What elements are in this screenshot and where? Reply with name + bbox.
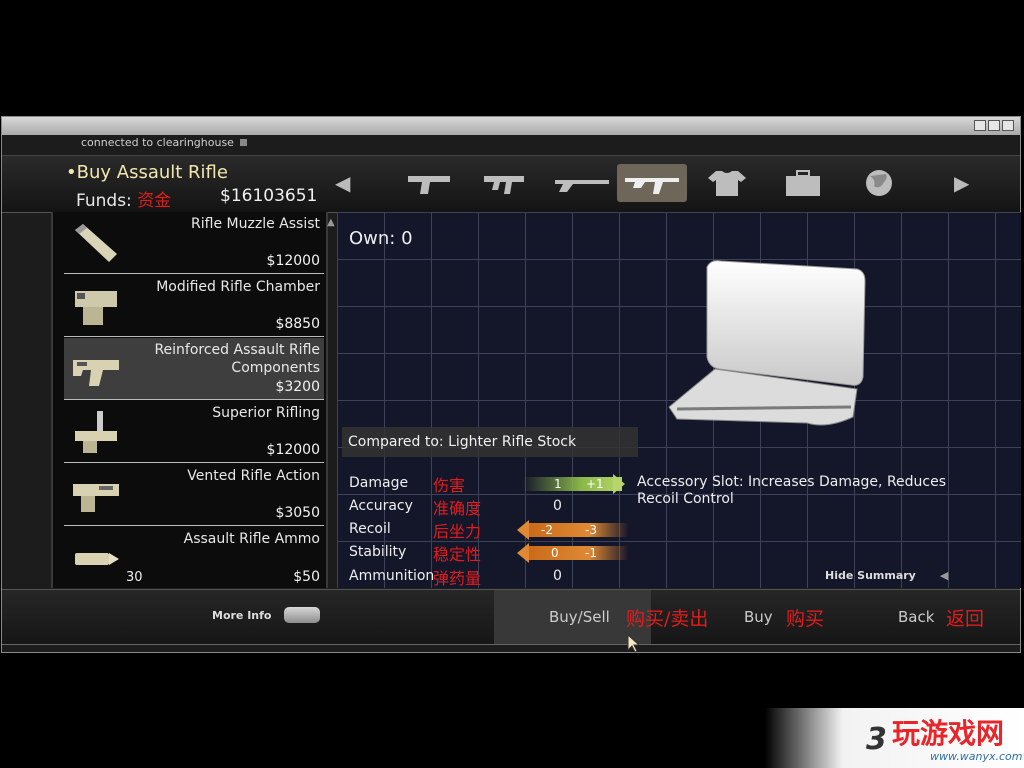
globe-icon: [866, 170, 892, 196]
minimize-icon[interactable]: [974, 120, 986, 131]
item-description: Accessory Slot: Increases Damage, Reduce…: [637, 474, 947, 507]
category-items[interactable]: [768, 164, 838, 202]
list-item[interactable]: Vented Rifle Action $3050: [64, 464, 324, 526]
action-icon: [73, 484, 119, 512]
bottom-bar: More Info Buy/Sell 购买/卖出 Buy 购买 Back 返回: [2, 589, 1020, 645]
category-assault-rifle[interactable]: [617, 164, 687, 202]
buy-sell-button[interactable]: Buy/Sell: [549, 608, 610, 626]
item-list: Rifle Muzzle Assist $12000 Modified Rifl…: [51, 212, 328, 588]
category-world[interactable]: [844, 164, 914, 202]
damage-arrow-icon: [613, 474, 625, 494]
collapse-arrow-icon: ◀: [939, 569, 949, 582]
close-icon[interactable]: [1002, 120, 1014, 131]
list-item[interactable]: Rifle Muzzle Assist $12000: [64, 212, 324, 274]
watermark-logo: 玩游戏网: [892, 717, 1005, 750]
category-shotgun[interactable]: [547, 164, 617, 202]
page-title: •Buy Assault Rifle: [66, 162, 228, 183]
game-window: connected to clearinghouse •Buy Assault …: [1, 116, 1021, 653]
list-item[interactable]: Modified Rifle Chamber $8850: [64, 275, 324, 337]
smg-icon: [484, 176, 524, 194]
rifling-icon: [75, 411, 117, 453]
recoil-arrow-icon: [517, 520, 529, 540]
list-item[interactable]: Superior Rifling $12000: [64, 401, 324, 463]
accuracy-value: 0: [553, 498, 562, 514]
buy-cn-label: 购买: [786, 608, 825, 630]
stat-damage: Damage 伤害: [349, 475, 466, 495]
stat-stability: Stability 稳定性: [349, 544, 482, 564]
briefcase-icon: [786, 170, 820, 196]
shotgun-icon: [555, 180, 609, 192]
watermark-number: 3: [866, 722, 887, 757]
muzzle-icon: [75, 224, 117, 262]
category-clothing[interactable]: [692, 164, 762, 202]
components-icon: [73, 360, 119, 386]
stability-bar: 0 -1: [529, 546, 629, 560]
funds-cn-label: 资金: [137, 191, 172, 211]
maximize-icon[interactable]: [988, 120, 1000, 131]
category-smg[interactable]: [470, 164, 540, 202]
pistol-icon: [408, 176, 450, 194]
funds-label: Funds: 资金: [76, 191, 172, 211]
ammunition-value: 0: [553, 568, 562, 584]
mouse-cursor-icon: [627, 634, 639, 653]
watermark-url: www.wanyx.com: [930, 750, 1023, 763]
window-controls: [974, 120, 1014, 131]
list-item[interactable]: Assault Rifle Ammo 30 $50: [64, 527, 324, 589]
product-image: [668, 260, 866, 426]
shirt-icon: [708, 171, 746, 196]
funds-value: $16103651: [220, 186, 318, 206]
assault-rifle-icon: [625, 178, 679, 194]
back-button[interactable]: Back: [898, 608, 934, 626]
hide-summary-button[interactable]: Hide Summary ◀: [825, 569, 948, 582]
chamber-icon: [75, 291, 117, 325]
buy-sell-cn-label: 购买/卖出: [626, 608, 709, 630]
compared-to-label: Compared to: Lighter Rifle Stock: [342, 427, 638, 457]
more-info-label: More Info: [212, 609, 272, 622]
connection-status: connected to clearinghouse: [81, 136, 247, 149]
more-info-toggle[interactable]: [284, 607, 320, 623]
stability-arrow-icon: [517, 543, 529, 563]
recoil-bar: -2 -3: [529, 523, 629, 537]
category-prev-arrow-icon[interactable]: ◀: [335, 171, 350, 195]
stat-recoil: Recoil 后坐力: [349, 521, 482, 541]
stat-accuracy: Accuracy 准确度: [349, 498, 482, 518]
item-detail-panel: Own: 0 Compared to: Lighter Rifle Stock …: [337, 212, 1021, 588]
stat-ammunition: Ammunition 弹药量: [349, 568, 482, 588]
scroll-up-arrow-icon[interactable]: ▲: [327, 217, 335, 228]
buy-button[interactable]: Buy: [744, 608, 773, 626]
window-titlebar: [2, 117, 1020, 135]
status-square-icon: [239, 139, 247, 146]
list-item[interactable]: Reinforced Assault Rifle Components $320…: [64, 338, 324, 400]
own-count: Own: 0: [349, 228, 413, 249]
shop-header: •Buy Assault Rifle Funds: 资金 $16103651 ◀…: [2, 155, 1020, 213]
ammo-icon: [75, 553, 119, 565]
back-cn-label: 返回: [946, 608, 985, 630]
category-next-arrow-icon[interactable]: ▶: [954, 171, 969, 195]
category-pistol[interactable]: [394, 164, 464, 202]
damage-bar: 1 +1: [522, 477, 622, 491]
